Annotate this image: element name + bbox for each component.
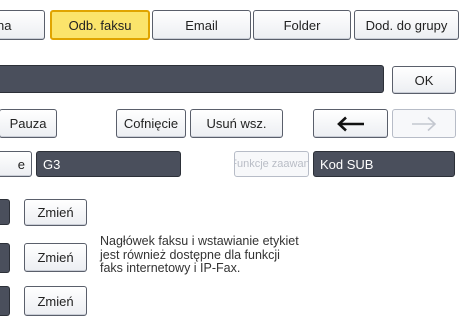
arrow-right-icon	[410, 116, 438, 132]
tab-fax-receive-label: Odb. faksu	[68, 17, 132, 33]
change-button-2[interactable]: Zmień	[24, 243, 87, 272]
tab-folder[interactable]: Folder	[253, 10, 351, 40]
transmission-mode-field: G3	[36, 151, 181, 177]
tab-fax-receive[interactable]: Odb. faksu	[50, 10, 150, 40]
tab-partial-label: na	[0, 17, 12, 33]
clear-all-button[interactable]: Usuń wsz.	[190, 109, 283, 138]
pause-button[interactable]: Pauza	[0, 109, 57, 138]
arrow-left-icon	[336, 116, 366, 132]
tab-partial[interactable]: na	[0, 10, 45, 40]
change-button-2-label: Zmień	[37, 250, 74, 265]
setting-field-1	[0, 199, 10, 225]
partial-setting-label: e	[17, 156, 25, 172]
ok-button-label: OK	[414, 72, 434, 88]
pause-button-label: Pauza	[9, 116, 47, 131]
fax-header-note: Nagłówek faksu i wstawianie etykiet jest…	[100, 234, 299, 276]
clear-all-button-label: Usuń wsz.	[206, 116, 267, 131]
partial-setting-button[interactable]: e	[0, 151, 32, 177]
cursor-right-button[interactable]	[392, 109, 456, 138]
ok-button[interactable]: OK	[392, 66, 456, 94]
sub-code-label: Kod SUB	[320, 156, 374, 172]
note-line-2: jest również dostępne dla funkcji	[100, 247, 280, 262]
backspace-button-label: Cofnięcie	[123, 116, 179, 131]
change-button-3[interactable]: Zmień	[24, 286, 87, 316]
tab-email-label: Email	[185, 17, 218, 33]
setting-field-2	[0, 243, 10, 273]
change-button-1[interactable]: Zmień	[24, 199, 87, 226]
setting-field-3	[0, 286, 10, 316]
tab-email[interactable]: Email	[152, 10, 251, 40]
backspace-button[interactable]: Cofnięcie	[116, 109, 186, 138]
tab-add-to-group-label: Dod. do grupy	[365, 17, 448, 33]
sub-code-field[interactable]: Kod SUB	[313, 151, 455, 177]
note-line-3: faks internetowy i IP-Fax.	[100, 261, 241, 275]
note-line-1: Nagłówek faksu i wstawianie etykiet	[100, 234, 299, 248]
advanced-features-label: Funkcje zaawan.	[234, 158, 309, 170]
cursor-left-button[interactable]	[313, 109, 388, 138]
destination-input[interactable]	[0, 65, 384, 93]
transmission-mode-value: G3	[43, 156, 61, 172]
tab-add-to-group[interactable]: Dod. do grupy	[354, 10, 459, 40]
change-button-1-label: Zmień	[37, 205, 74, 220]
advanced-features-button[interactable]: Funkcje zaawan.	[234, 151, 309, 177]
change-button-3-label: Zmień	[37, 293, 74, 309]
tab-folder-label: Folder	[283, 17, 321, 33]
